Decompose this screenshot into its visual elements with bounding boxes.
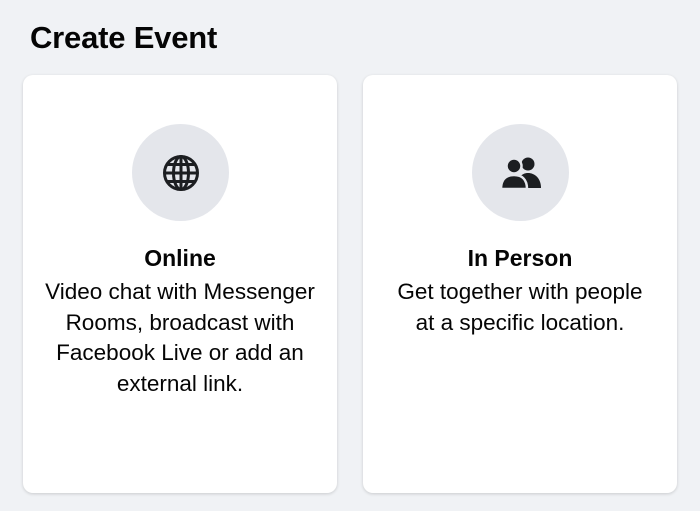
online-option-description: Video chat with Messenger Rooms, broadca…: [45, 279, 315, 396]
online-icon-circle: [132, 124, 229, 221]
people-icon: [499, 156, 542, 190]
in-person-option-title: In Person: [467, 245, 573, 271]
in-person-option-description: Get together with people at a specific l…: [397, 279, 643, 335]
online-event-option[interactable]: Online Video chat with Messenger Rooms, …: [23, 75, 337, 493]
page-title: Create Event: [30, 20, 218, 55]
in-person-event-option[interactable]: In Person Get together with people at a …: [363, 75, 677, 493]
online-option-title: Online: [144, 245, 216, 271]
globe-icon: [161, 153, 201, 193]
in-person-icon-circle: [472, 124, 569, 221]
